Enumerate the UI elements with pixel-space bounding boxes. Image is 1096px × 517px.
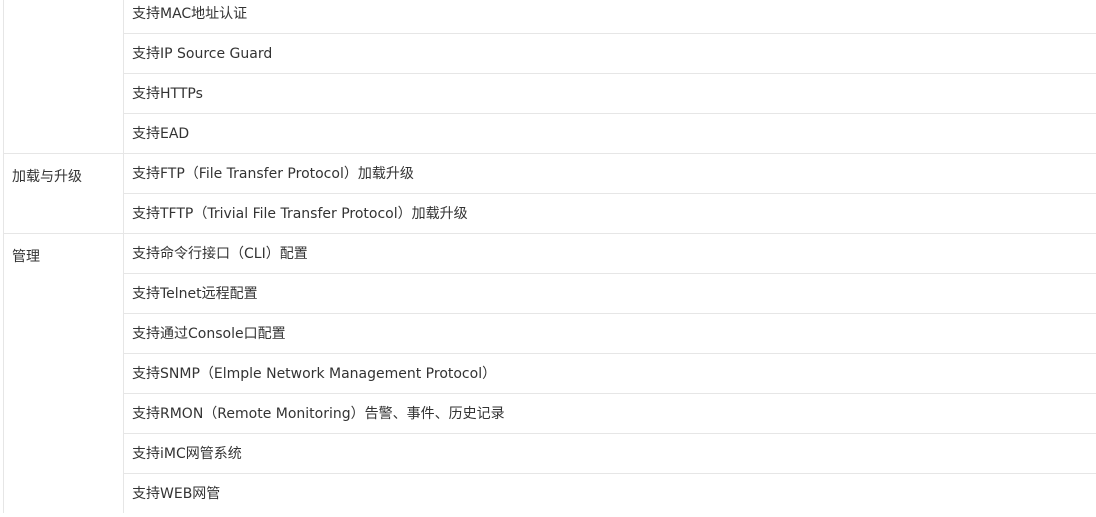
table-row: 支持Telnet远程配置 <box>4 272 1096 313</box>
table-row: 支持通过Console口配置 <box>4 312 1096 353</box>
table-row: 支持MAC地址认证 <box>3 0 1096 153</box>
feature-cell: 支持MAC地址认证 <box>123 0 1096 33</box>
table-row: 管理 支持命令行接口（CLI）配置 <box>3 232 1096 513</box>
feature-cell: 支持HTTPs <box>123 72 1096 113</box>
table-row: 支持RMON（Remote Monitoring）告警、事件、历史记录 <box>4 392 1096 433</box>
feature-cell: 支持TFTP（Trivial File Transfer Protocol）加载… <box>123 192 1096 233</box>
table-row: 支持IP Source Guard <box>4 32 1096 73</box>
feature-cell: 支持命令行接口（CLI）配置 <box>123 232 1096 273</box>
category-cell-load-upgrade: 加载与升级 <box>3 152 124 233</box>
category-cell-management: 管理 <box>3 232 124 513</box>
spec-table: 支持MAC地址认证 支持IP Source Guard 支持HTTPs 支持EA… <box>3 0 1096 513</box>
feature-cell: 支持FTP（File Transfer Protocol）加载升级 <box>123 152 1096 193</box>
feature-cell: 支持IP Source Guard <box>123 32 1096 73</box>
feature-cell: 支持通过Console口配置 <box>123 312 1096 353</box>
feature-cell: 支持EAD <box>123 112 1096 153</box>
table-row: 支持TFTP（Trivial File Transfer Protocol）加载… <box>4 192 1096 233</box>
feature-cell: 支持RMON（Remote Monitoring）告警、事件、历史记录 <box>123 392 1096 433</box>
table-row: 加载与升级 支持FTP（File Transfer Protocol）加载升级 <box>3 152 1096 233</box>
table-row: 支持EAD <box>4 112 1096 153</box>
feature-cell: 支持WEB网管 <box>123 472 1096 513</box>
category-cell <box>3 0 124 153</box>
table-row: 支持HTTPs <box>4 72 1096 113</box>
feature-cell: 支持iMC网管系统 <box>123 432 1096 473</box>
table-row: 支持WEB网管 <box>4 472 1096 513</box>
table-row: 支持iMC网管系统 <box>4 432 1096 473</box>
feature-cell: 支持SNMP（Elmple Network Management Protoco… <box>123 352 1096 393</box>
table-row: 支持SNMP（Elmple Network Management Protoco… <box>4 352 1096 393</box>
feature-cell: 支持Telnet远程配置 <box>123 272 1096 313</box>
